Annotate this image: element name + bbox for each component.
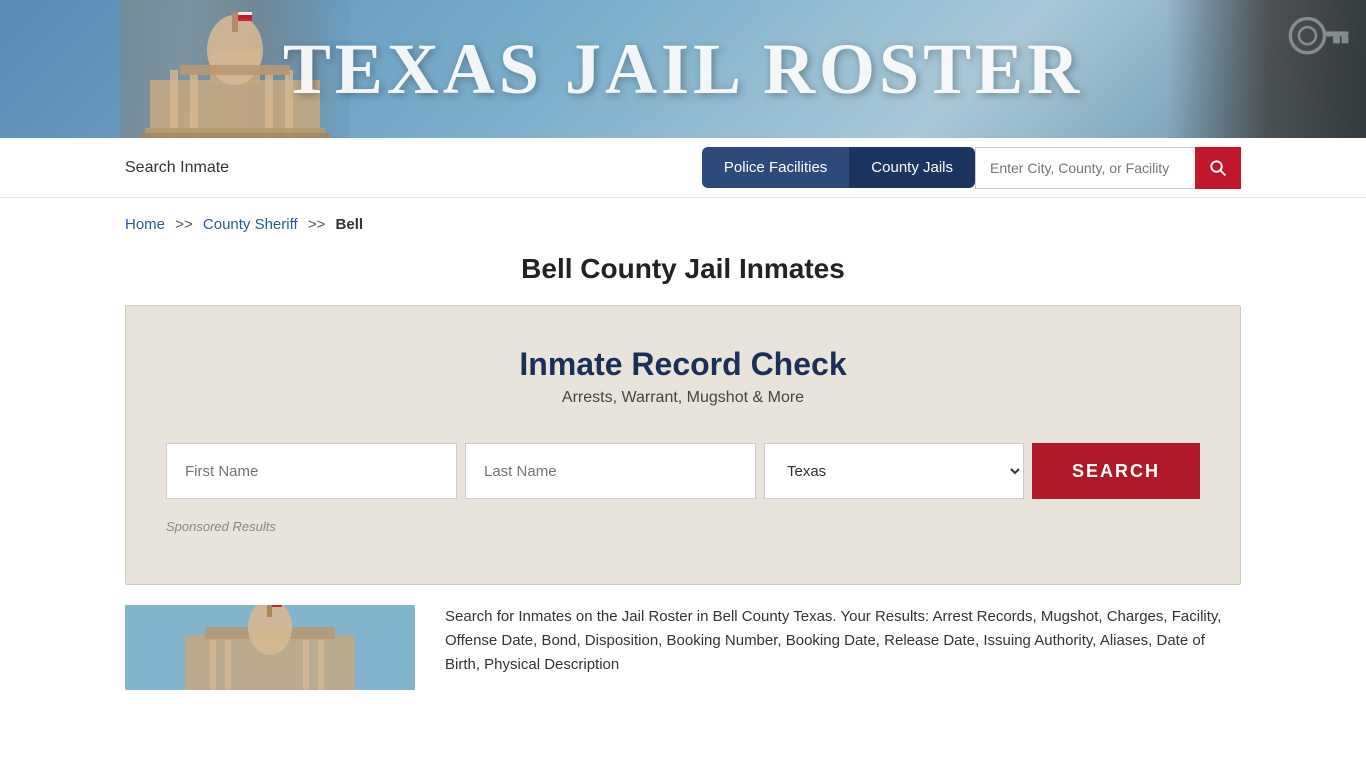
record-check-subtitle: Arrests, Warrant, Mugshot & More (166, 389, 1200, 407)
facility-search-input[interactable] (975, 147, 1195, 189)
breadcrumb-sep2: >> (308, 216, 326, 233)
first-name-input[interactable] (166, 443, 457, 499)
nav-bar: Search Inmate Police Facilities County J… (0, 138, 1366, 198)
breadcrumb-home[interactable]: Home (125, 216, 165, 233)
nav-buttons: Police Facilities County Jails (702, 147, 1241, 189)
banner-title: Texas Jail Roster (283, 28, 1083, 111)
state-select[interactable]: AlabamaAlaskaArizonaArkansasCaliforniaCo… (764, 443, 1024, 499)
bottom-building-image (125, 605, 415, 690)
facility-search-button[interactable] (1195, 147, 1241, 189)
police-facilities-button[interactable]: Police Facilities (702, 147, 849, 188)
header-banner: Texas Jail Roster (0, 0, 1366, 138)
inmate-record-check-box: Inmate Record Check Arrests, Warrant, Mu… (125, 305, 1241, 585)
right-overlay (1166, 0, 1366, 138)
last-name-input[interactable] (465, 443, 756, 499)
sponsored-results-label: Sponsored Results (166, 519, 1200, 534)
bottom-description: Search for Inmates on the Jail Roster in… (445, 605, 1241, 690)
inmate-search-form: AlabamaAlaskaArizonaArkansasCaliforniaCo… (166, 443, 1200, 499)
keys-decoration (1276, 10, 1356, 128)
bottom-section: Search for Inmates on the Jail Roster in… (125, 605, 1241, 710)
breadcrumb-county-sheriff[interactable]: County Sheriff (203, 216, 298, 233)
breadcrumb: Home >> County Sheriff >> Bell (0, 198, 1366, 243)
bottom-image (125, 605, 415, 690)
search-icon (1209, 159, 1227, 177)
breadcrumb-sep1: >> (175, 216, 193, 233)
search-inmate-label: Search Inmate (125, 159, 702, 177)
search-submit-button[interactable]: SEARCH (1032, 443, 1200, 499)
page-title: Bell County Jail Inmates (0, 253, 1366, 285)
county-jails-button[interactable]: County Jails (849, 147, 975, 188)
record-check-title: Inmate Record Check (166, 346, 1200, 383)
breadcrumb-current: Bell (336, 216, 364, 233)
